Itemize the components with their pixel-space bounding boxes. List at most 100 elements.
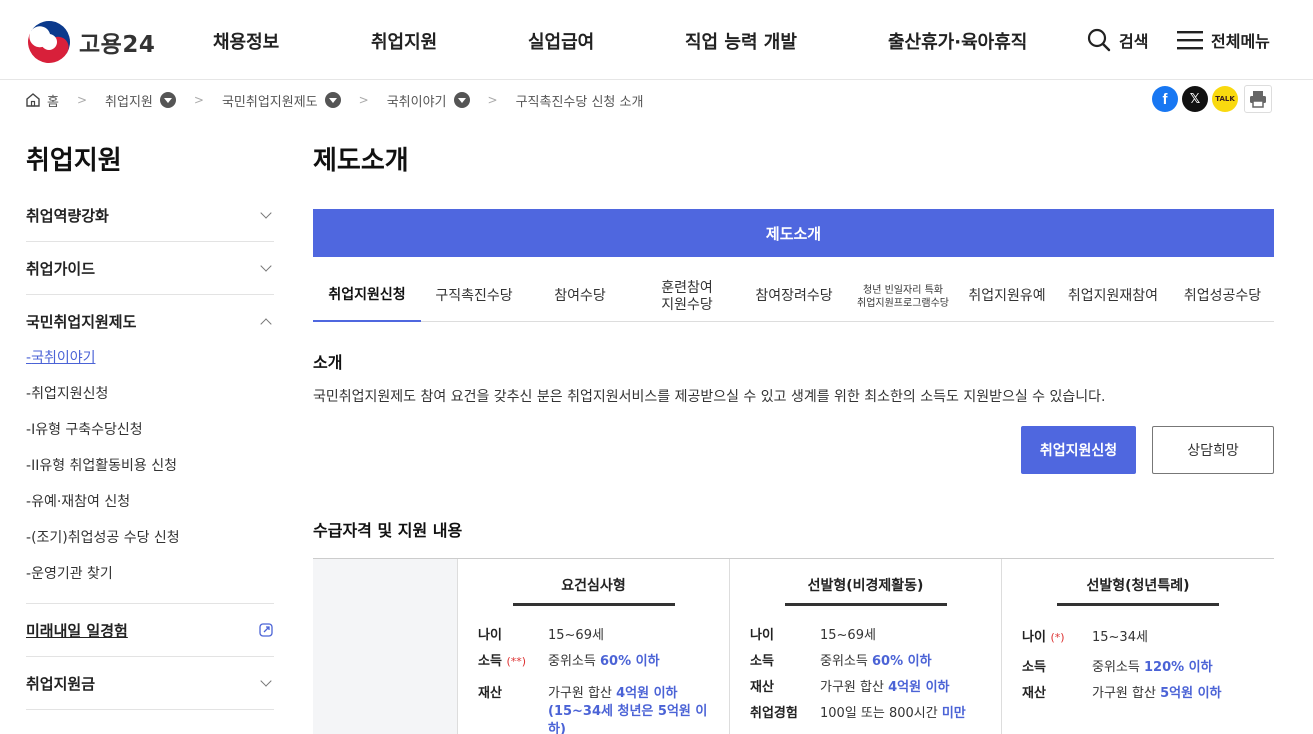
breadcrumb-label: 국민취업지원제도 — [221, 94, 318, 110]
search-button[interactable]: 검색 — [1087, 28, 1148, 52]
row-key: 재산 — [478, 686, 502, 701]
row-key: 취업경험 — [750, 706, 798, 721]
row-value-highlight: 60% 이하 — [599, 654, 660, 669]
breadcrumb-item-stories[interactable]: 국취이야기 — [387, 91, 470, 110]
chevron-down-icon — [260, 675, 272, 687]
logo[interactable]: 고용24 — [27, 20, 155, 64]
row-value-text: 가구원 합산 — [548, 686, 617, 701]
tab-training-allowance[interactable]: 훈련참여 지원수당 — [633, 272, 741, 322]
print-icon — [1250, 91, 1266, 108]
row-key: 재산 — [750, 680, 774, 695]
x-share-icon[interactable]: 𝕏 — [1182, 86, 1208, 112]
row-value-text: 중위소득 — [1092, 660, 1144, 675]
sidebar-subitem-label: 국취이야기 — [31, 350, 96, 366]
chevron-down-icon — [260, 260, 272, 272]
row-key: 재산 — [1022, 686, 1046, 701]
all-menu-button[interactable]: 전체메뉴 — [1177, 28, 1270, 52]
tab-list: 취업지원신청 구직촉진수당 참여수당 훈련참여 지원수당 참여장려수당 청년 빈… — [313, 272, 1274, 322]
row-value: 가구원 합산 4억원 이하 — [548, 682, 678, 701]
intro-heading: 소개 — [313, 353, 343, 372]
all-menu-label: 전체메뉴 — [1211, 32, 1270, 51]
sidebar-subitem-type1[interactable]: -I유형 구축수당신청 — [26, 419, 143, 439]
sidebar-subitem-apply[interactable]: -취업지원신청 — [26, 383, 108, 403]
nav-skills-development[interactable]: 직업 능력 개발 — [685, 28, 797, 54]
dropdown-icon[interactable] — [159, 92, 176, 108]
breadcrumb-label: 국취이야기 — [386, 94, 447, 110]
consult-button[interactable]: 상담희망 — [1152, 426, 1274, 474]
column-underline — [1057, 603, 1219, 606]
row-value: 15~69세 — [820, 628, 876, 643]
sidebar-item-label: 취업지원금 — [26, 674, 96, 693]
dropdown-icon[interactable] — [324, 92, 341, 108]
sidebar-item-guide[interactable]: 취업가이드 — [26, 242, 274, 295]
row-value: 15~34세 — [1092, 630, 1148, 645]
intro-text: 국민취업지원제도 참여 요건을 갖추신 분은 취업지원서비스를 제공받으실 수 … — [313, 389, 1106, 405]
breadcrumb: 홈 > 취업지원 > 국민취업지원제도 > 국취이야기 > 구직촉진수당 신청 … — [25, 88, 643, 112]
tab-participation-allowance[interactable]: 참여수당 — [527, 272, 633, 322]
breadcrumb-home[interactable]: 홈 — [25, 91, 59, 110]
row-value-highlight: 4억원 — [888, 680, 922, 695]
row-value-highlight: 5억원 이하 — [1160, 686, 1222, 701]
table-column-selection-inactive: 선발형(비경제활동) 나이 15~69세 소득 중위소득 60% 이하 재산 가… — [730, 559, 1002, 734]
row-value-text: 100일 또는 800시간 — [820, 706, 942, 721]
column-header: 선발형(비경제활동) — [807, 578, 924, 594]
print-button[interactable] — [1244, 85, 1272, 113]
sidebar-item-subsidy[interactable]: 취업지원금 — [26, 657, 274, 710]
row-value-text: 가구원 합산 — [1092, 686, 1161, 701]
tab-apply[interactable]: 취업지원신청 — [313, 272, 421, 322]
tab-deferral[interactable]: 취업지원유예 — [959, 272, 1055, 322]
row-key: 나이 — [750, 628, 774, 643]
facebook-share-icon[interactable]: f — [1152, 86, 1178, 112]
nav-employment-support[interactable]: 취업지원 — [371, 28, 437, 54]
sidebar-item-national-program[interactable]: 국민취업지원제도 — [26, 295, 274, 348]
breadcrumb-label: 취업지원 — [105, 94, 153, 110]
footnote-mark: (**) — [506, 655, 527, 668]
eligibility-table: 요건심사형 나이 15~69세 소득 (**) 중위소득 60% 이하 재산 가… — [313, 558, 1274, 734]
row-value: 가구원 합산 4억원 이하 — [820, 676, 950, 695]
sidebar-subitem-stories[interactable]: -국취이야기 — [26, 347, 95, 367]
sidebar-subitem-deferral[interactable]: -유예·재참여 신청 — [26, 491, 130, 511]
row-value: 15~69세 — [548, 628, 604, 643]
tab-reparticipation[interactable]: 취업지원재참여 — [1055, 272, 1171, 322]
row-value: 중위소득 60% 이하 — [548, 650, 660, 669]
sidebar-item-work-experience[interactable]: 미래내일 일경험 — [26, 603, 274, 657]
chevron-up-icon — [260, 317, 272, 330]
breadcrumb-item-national-program[interactable]: 국민취업지원제도 — [222, 91, 341, 110]
tab-success-allowance[interactable]: 취업성공수당 — [1171, 272, 1274, 322]
sidebar-subitem-agencies[interactable]: -운영기관 찾기 — [26, 563, 113, 583]
row-key-label: 나이 — [1022, 630, 1046, 645]
tab-youth-program[interactable]: 청년 빈일자리 특화 취업지원프로그램수당 — [847, 272, 959, 322]
home-icon — [26, 93, 40, 107]
row-value-suffix: 이하 — [921, 680, 950, 695]
table-column-review: 요건심사형 나이 15~69세 소득 (**) 중위소득 60% 이하 재산 가… — [458, 559, 730, 734]
row-value-highlight: 4억원 이하 — [616, 686, 678, 701]
sidebar-item-capability[interactable]: 취업역량강화 — [26, 189, 274, 242]
row-value-highlight: 120% 이하 — [1143, 660, 1213, 675]
row-value-highlight: 60% 이하 — [871, 654, 932, 669]
sidebar-subitem-type2[interactable]: -II유형 취업활동비용 신청 — [26, 455, 177, 475]
sidebar-subitem-success[interactable]: -(조기)취업성공 수당 신청 — [26, 527, 180, 547]
row-value-text: 중위소득 — [548, 654, 600, 669]
sidebar-item-label: 취업역량강화 — [26, 206, 109, 225]
breadcrumb-home-label: 홈 — [47, 94, 59, 110]
row-key: 소득 — [1022, 660, 1046, 675]
tab-incentive-allowance[interactable]: 참여장려수당 — [741, 272, 847, 322]
row-value-note: (15~34세 청년은 5억원 이 — [548, 704, 708, 719]
tab-job-seeking-allowance[interactable]: 구직촉진수당 — [421, 272, 527, 322]
breadcrumb-item-employment-support[interactable]: 취업지원 — [105, 91, 176, 110]
column-header: 선발형(청년특례) — [1086, 578, 1190, 594]
nav-unemployment-benefit[interactable]: 실업급여 — [528, 28, 594, 54]
sidebar-item-label: 미래내일 일경험 — [26, 621, 128, 640]
search-label: 검색 — [1119, 32, 1149, 51]
row-value-text: 가구원 합산 — [820, 680, 889, 695]
table-row-header — [313, 559, 458, 734]
kakao-share-icon[interactable]: TALK — [1212, 86, 1238, 112]
apply-button[interactable]: 취업지원신청 — [1021, 426, 1136, 474]
breadcrumb-separator-icon: > — [358, 93, 369, 107]
sidebar-item-label: 취업가이드 — [26, 259, 96, 278]
nav-parental-leave[interactable]: 출산휴가·육아휴직 — [888, 28, 1027, 54]
sidebar-subitem-label: 운영기관 찾기 — [31, 566, 113, 582]
nav-recruit[interactable]: 채용정보 — [213, 28, 279, 54]
dropdown-icon[interactable] — [453, 92, 470, 108]
eligibility-heading: 수급자격 및 지원 내용 — [313, 521, 463, 540]
